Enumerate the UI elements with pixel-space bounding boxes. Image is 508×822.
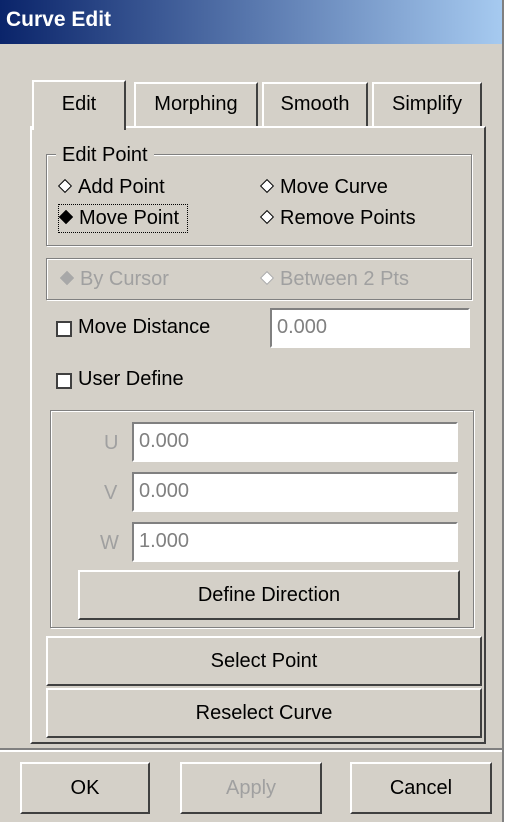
u-field[interactable]: 0.000 bbox=[132, 422, 458, 462]
radio-diamond-icon bbox=[57, 178, 73, 194]
edit-point-legend: Edit Point bbox=[56, 144, 154, 167]
radio-between-2-pts[interactable]: Between 2 Pts bbox=[259, 268, 409, 291]
u-label: U bbox=[104, 432, 119, 454]
w-label: W bbox=[100, 532, 119, 554]
tab-smooth[interactable]: Smooth bbox=[262, 82, 368, 126]
tab-edit-label: Edit bbox=[61, 93, 97, 115]
cancel-label: Cancel bbox=[389, 777, 453, 799]
radio-move-curve[interactable]: Move Curve bbox=[259, 176, 388, 199]
apply-label: Apply bbox=[225, 777, 277, 799]
radio-between-2-pts-label: Between 2 Pts bbox=[280, 268, 409, 290]
radio-move-curve-label: Move Curve bbox=[280, 176, 388, 198]
tab-morphing[interactable]: Morphing bbox=[134, 82, 258, 126]
select-point-label: Select Point bbox=[210, 650, 318, 672]
radio-by-cursor[interactable]: By Cursor bbox=[59, 268, 169, 291]
radio-move-point[interactable]: Move Point bbox=[58, 204, 189, 233]
radio-diamond-selected-icon bbox=[59, 270, 75, 286]
move-distance-checkbox[interactable] bbox=[56, 321, 72, 337]
radio-by-cursor-label: By Cursor bbox=[80, 268, 169, 290]
cancel-button[interactable]: Cancel bbox=[350, 762, 492, 814]
radio-remove-points[interactable]: Remove Points bbox=[259, 207, 416, 230]
radio-diamond-icon bbox=[259, 178, 275, 194]
ok-label: OK bbox=[70, 777, 100, 799]
reselect-curve-button[interactable]: Reselect Curve bbox=[46, 688, 482, 738]
radio-move-point-label: Move Point bbox=[79, 207, 180, 229]
user-define-label: User Define bbox=[78, 368, 184, 390]
radio-diamond-icon bbox=[259, 270, 275, 286]
move-distance-label: Move Distance bbox=[78, 316, 211, 338]
define-direction-button[interactable]: Define Direction bbox=[78, 570, 460, 620]
radio-add-point[interactable]: Add Point bbox=[57, 176, 165, 199]
v-label: V bbox=[104, 482, 118, 504]
select-point-button[interactable]: Select Point bbox=[46, 636, 482, 686]
tab-smooth-label: Smooth bbox=[280, 93, 350, 115]
tab-edit[interactable]: Edit bbox=[32, 80, 126, 130]
user-define-checkbox[interactable] bbox=[56, 373, 72, 389]
tab-simplify-label: Simplify bbox=[391, 93, 462, 115]
radio-remove-points-label: Remove Points bbox=[280, 207, 416, 229]
curve-edit-dialog: Curve Edit Edit Morphing Smooth Simplify… bbox=[0, 0, 504, 822]
radio-diamond-icon bbox=[259, 209, 275, 225]
radio-add-point-label: Add Point bbox=[78, 176, 165, 198]
v-field[interactable]: 0.000 bbox=[132, 472, 458, 512]
define-direction-label: Define Direction bbox=[197, 584, 341, 606]
separator-highlight bbox=[0, 750, 502, 752]
ok-button[interactable]: OK bbox=[20, 762, 150, 814]
w-field[interactable]: 1.000 bbox=[132, 522, 458, 562]
tab-simplify[interactable]: Simplify bbox=[372, 82, 482, 126]
apply-button[interactable]: Apply bbox=[180, 762, 322, 814]
move-distance-field[interactable]: 0.000 bbox=[270, 308, 470, 348]
title-bar[interactable]: Curve Edit bbox=[0, 0, 502, 44]
radio-diamond-selected-icon bbox=[58, 209, 74, 225]
window-title: Curve Edit bbox=[6, 8, 112, 31]
tab-morphing-label: Morphing bbox=[154, 93, 238, 115]
reselect-curve-label: Reselect Curve bbox=[195, 702, 333, 724]
